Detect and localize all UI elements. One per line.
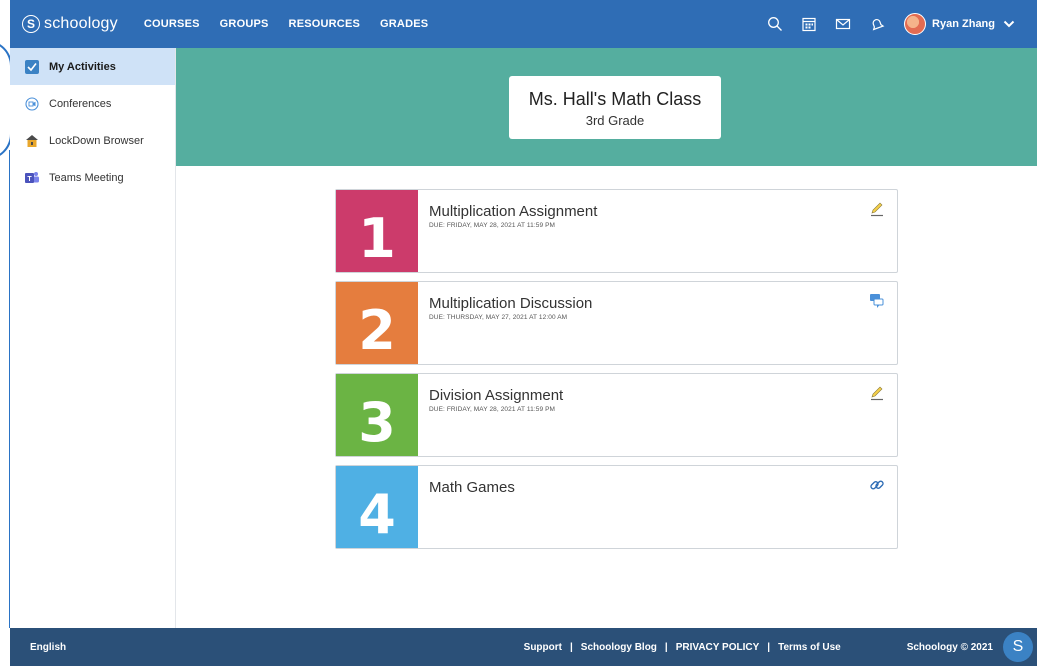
card-body: Multiplication Assignment DUE: FRIDAY, M… — [418, 190, 897, 272]
mail-icon[interactable] — [826, 9, 860, 39]
logo-text: schoology — [44, 15, 118, 32]
footer-separator: | — [569, 641, 573, 653]
discussion-icon — [870, 294, 884, 308]
card-title[interactable]: Math Games — [429, 479, 885, 496]
activity-card-3[interactable]: 3 Division Assignment DUE: FRIDAY, MAY 2… — [335, 373, 898, 457]
conferences-icon — [24, 96, 40, 112]
activity-card-1[interactable]: 1 Multiplication Assignment DUE: FRIDAY,… — [335, 189, 898, 273]
sidebar-item-conferences[interactable]: Conferences — [10, 85, 175, 122]
copyright: Schoology © 2021 — [906, 641, 993, 653]
logo-mark: S — [22, 15, 40, 33]
card-body: Math Games — [418, 466, 897, 548]
card-number: 1 — [336, 190, 418, 272]
activity-card-4[interactable]: 4 Math Games — [335, 465, 898, 549]
language-selector[interactable]: English — [30, 642, 66, 653]
card-title[interactable]: Division Assignment — [429, 387, 885, 404]
sidebar-item-label: My Activities — [49, 60, 116, 73]
chevron-down-icon[interactable] — [1003, 19, 1015, 29]
sidebar-item-label: LockDown Browser — [49, 134, 144, 147]
card-due-date: DUE: THURSDAY, MAY 27, 2021 AT 12:00 AM — [429, 314, 568, 321]
activity-list: 1 Multiplication Assignment DUE: FRIDAY,… — [335, 189, 898, 557]
footer-separator: | — [767, 641, 771, 653]
footer-link-blog[interactable]: Schoology Blog — [581, 642, 657, 653]
sidebar-item-lockdown-browser[interactable]: LockDown Browser — [10, 122, 175, 159]
sidebar-item-my-activities[interactable]: My Activities — [10, 48, 175, 85]
pencil-icon — [871, 202, 883, 217]
sidebar-item-label: Teams Meeting — [49, 171, 124, 184]
card-number: 3 — [336, 374, 418, 456]
card-body: Division Assignment DUE: FRIDAY, MAY 28,… — [418, 374, 897, 456]
nav-resources[interactable]: RESOURCES — [289, 18, 360, 30]
user-avatar[interactable] — [904, 13, 927, 35]
card-number: 2 — [336, 282, 418, 364]
notifications-icon[interactable] — [860, 9, 894, 39]
nav-links: COURSES GROUPS RESOURCES GRADES — [144, 18, 448, 30]
footer-link-privacy[interactable]: PRIVACY POLICY — [676, 642, 760, 653]
card-title[interactable]: Multiplication Discussion — [429, 295, 885, 312]
svg-text:T: T — [27, 176, 32, 183]
footer: English Support | Schoology Blog | PRIVA… — [10, 628, 1037, 666]
nav-groups[interactable]: GROUPS — [220, 18, 269, 30]
top-nav: S schoology COURSES GROUPS RESOURCES GRA… — [10, 0, 1037, 48]
link-icon — [870, 480, 884, 490]
course-banner: Ms. Hall's Math Class 3rd Grade — [176, 48, 1037, 166]
footer-link-terms[interactable]: Terms of Use — [778, 642, 841, 653]
card-due-date: DUE: FRIDAY, MAY 28, 2021 AT 11:59 PM — [429, 222, 556, 229]
schoology-badge[interactable]: S — [1003, 632, 1033, 662]
nav-courses[interactable]: COURSES — [144, 18, 200, 30]
card-body: Multiplication Discussion DUE: THURSDAY,… — [418, 282, 897, 364]
footer-link-support[interactable]: Support — [524, 642, 562, 653]
search-icon[interactable] — [758, 9, 792, 39]
schoology-logo[interactable]: S schoology — [22, 15, 118, 33]
sidebar-item-teams-meeting[interactable]: T Teams Meeting — [10, 159, 175, 196]
calendar-icon[interactable] — [792, 9, 826, 39]
user-name[interactable]: Ryan Zhang — [932, 18, 995, 30]
sidebar-item-label: Conferences — [49, 97, 112, 110]
nav-right: Ryan Zhang — [758, 9, 1015, 39]
activities-icon — [24, 59, 40, 75]
course-subtitle: 3rd Grade — [585, 113, 645, 128]
nav-grades[interactable]: GRADES — [380, 18, 428, 30]
footer-links: Support | Schoology Blog | PRIVACY POLIC… — [524, 632, 1037, 662]
card-title[interactable]: Multiplication Assignment — [429, 203, 885, 220]
activity-card-2[interactable]: 2 Multiplication Discussion DUE: THURSDA… — [335, 281, 898, 365]
course-title: Ms. Hall's Math Class — [528, 89, 702, 109]
lockdown-icon — [24, 133, 40, 149]
banner-card: Ms. Hall's Math Class 3rd Grade — [509, 76, 721, 139]
pencil-icon — [871, 386, 883, 401]
card-number: 4 — [336, 466, 418, 548]
sidebar: My Activities Conferences LockDown Brows… — [10, 48, 176, 628]
teams-icon: T — [24, 170, 40, 186]
card-due-date: DUE: FRIDAY, MAY 28, 2021 AT 11:59 PM — [429, 406, 556, 413]
footer-separator: | — [664, 641, 668, 653]
